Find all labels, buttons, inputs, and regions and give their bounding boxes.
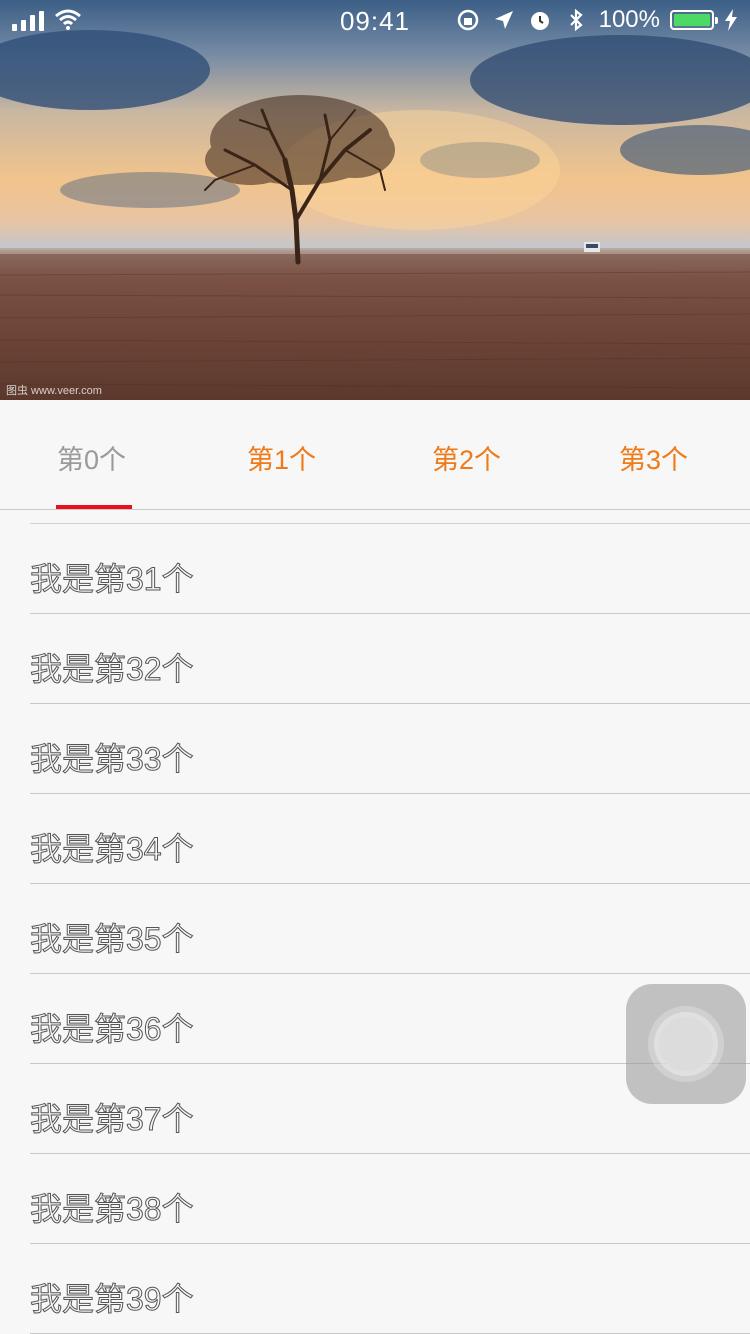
tab-bar: 第0个 第1个 第2个 第3个 [0, 400, 750, 510]
list-item[interactable]: 我是第34个 [0, 794, 750, 884]
tab-2[interactable]: 第2个 [432, 438, 501, 477]
list-item-label: 我是第31个 [30, 561, 195, 598]
list-item-label: 我是第32个 [30, 651, 195, 688]
battery-level [674, 14, 710, 26]
assistive-touch-button[interactable] [626, 984, 746, 1104]
list-item-label: 我是第37个 [30, 1101, 195, 1138]
tab-1[interactable]: 第1个 [247, 438, 316, 477]
status-bar: 09:41 100% [0, 0, 750, 40]
tab-0[interactable]: 第0个 [57, 438, 126, 477]
battery-icon [670, 10, 718, 30]
image-watermark: 图虫 www.veer.com [6, 385, 102, 397]
list-item[interactable]: 我是第39个 [0, 1244, 750, 1334]
list-item-label: 我是第39个 [30, 1281, 195, 1318]
list-item-label: 我是第36个 [30, 1011, 195, 1048]
list-item-label: 我是第35个 [30, 921, 195, 958]
list-item-label: 我是第38个 [30, 1191, 195, 1228]
list-item[interactable]: 我是第35个 [0, 884, 750, 974]
list-item-label: 我是第33个 [30, 741, 195, 778]
charging-icon [725, 9, 737, 31]
rotation-lock-icon [457, 9, 478, 31]
list-item[interactable]: 我是第32个 [0, 614, 750, 704]
landscape-illustration [0, 30, 750, 389]
list-item-label: 我是第34个 [30, 831, 195, 868]
list-item[interactable]: 我是第31个 [0, 524, 750, 614]
alarm-icon [530, 12, 549, 30]
bluetooth-icon [569, 8, 583, 32]
list-item[interactable]: 我是第38个 [0, 1154, 750, 1244]
header-image: 图虫 www.veer.com [0, 0, 750, 400]
assistive-touch-core [659, 1017, 713, 1071]
tab-3[interactable]: 第3个 [619, 438, 688, 477]
location-icon [494, 11, 513, 29]
tab-indicator [56, 505, 132, 509]
battery-percent: 100% [598, 6, 660, 33]
list-item[interactable]: 我是第33个 [0, 704, 750, 794]
